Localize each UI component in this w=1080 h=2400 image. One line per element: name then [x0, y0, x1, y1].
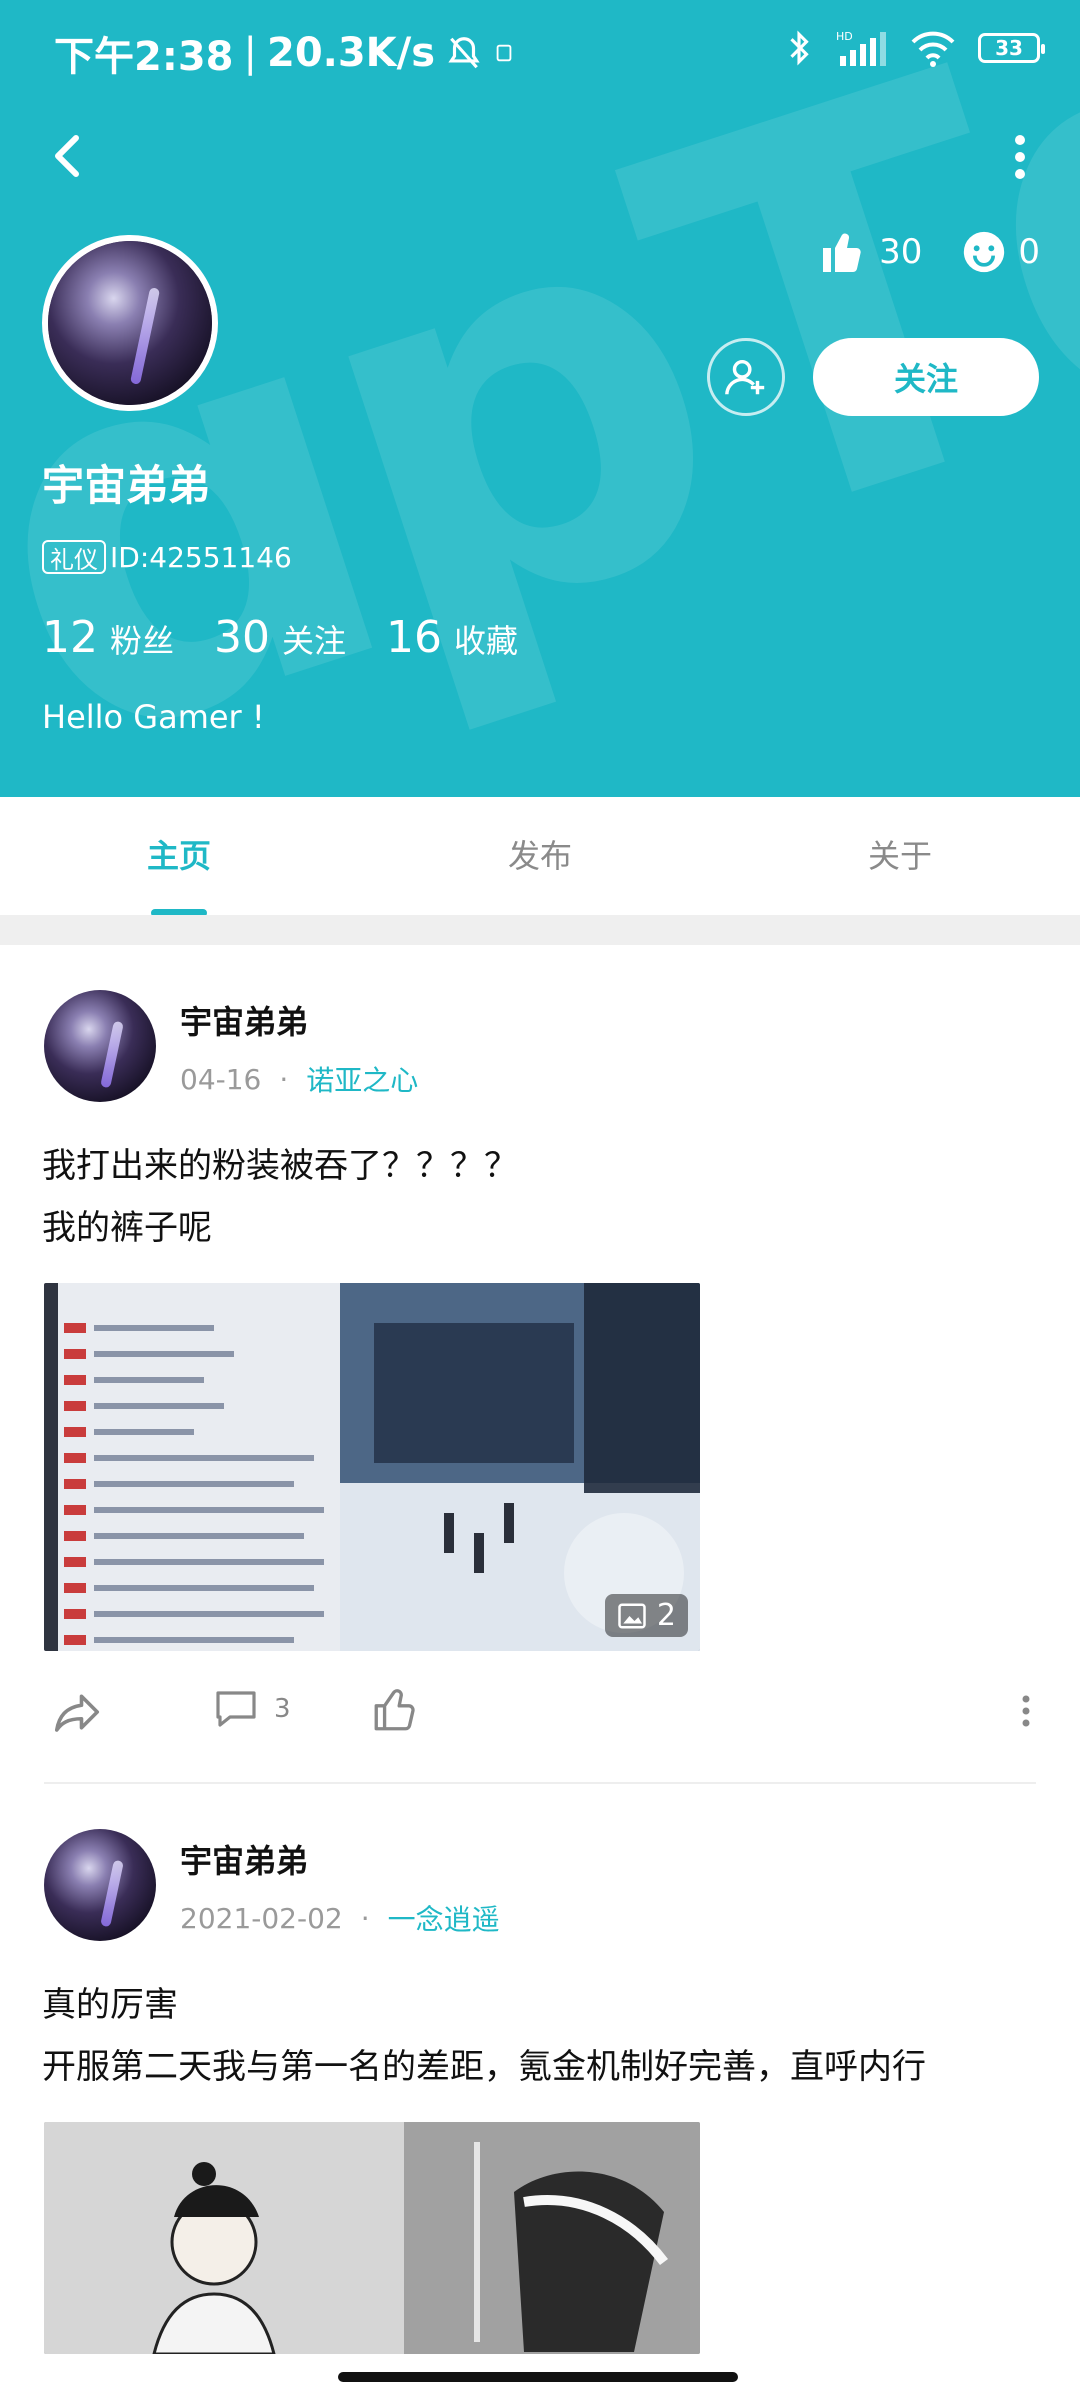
post-category[interactable]: 一念逍遥: [388, 1898, 500, 1938]
add-friend-button[interactable]: [707, 338, 785, 416]
avatar-image: [44, 990, 156, 1102]
following-number: 30: [214, 612, 271, 663]
comment-icon: [216, 1691, 256, 1727]
post-card[interactable]: 宇宙弟弟 2021-02-02 · 一念逍遥 真的厉害 开服第二天我与第一名的差…: [0, 1784, 1080, 2354]
more-options-button[interactable]: [1012, 132, 1028, 182]
meta-dot: ·: [279, 1062, 289, 1096]
fans-count[interactable]: 12 粉丝: [42, 612, 174, 663]
like-button[interactable]: [370, 1685, 420, 1735]
post-text-line: 开服第二天我与第一名的差距，氪金机制好完善，直呼内行: [42, 2047, 926, 2087]
post-author-name[interactable]: 宇宙弟弟: [180, 997, 308, 1043]
badge-row: 礼仪 ID:42551146: [42, 540, 292, 574]
tab-posts[interactable]: 发布: [440, 831, 640, 877]
post-card[interactable]: 宇宙弟弟 04-16 · 诺亚之心 我打出来的粉装被吞了？？？？ 我的裤子呢 2: [0, 945, 1080, 1785]
smiles-count: 0: [1018, 232, 1040, 272]
back-arrow-icon: [55, 135, 79, 177]
profile-avatar[interactable]: [42, 235, 218, 411]
wifi-icon: [911, 31, 955, 67]
battery-indicator: 33: [978, 33, 1045, 63]
share-icon: [54, 1694, 100, 1732]
profile-header: ɑpTɑ 下午2:38 | 20.3K/s HD 33 30 0 关注 宇宙弟弟…: [0, 0, 1080, 797]
like-icon: [374, 1689, 415, 1731]
post-date: 2021-02-02: [180, 1901, 343, 1935]
fans-label: 粉丝: [110, 622, 175, 660]
section-gap: [0, 915, 1080, 945]
post-image[interactable]: [44, 2122, 700, 2354]
post-meta: 04-16 · 诺亚之心: [180, 1059, 418, 1099]
post-category[interactable]: 诺亚之心: [306, 1059, 418, 1099]
status-time: 下午2:38: [54, 34, 234, 80]
post-author-name[interactable]: 宇宙弟弟: [180, 1836, 308, 1882]
bell-muted-icon: [448, 37, 480, 69]
post-text-line: 我的裤子呢: [42, 1208, 212, 1248]
comment-count: 3: [274, 1694, 291, 1724]
svg-text:HD: HD: [836, 30, 853, 43]
favorites-number: 16: [386, 612, 443, 663]
ink-art-graphic: [44, 2122, 700, 2354]
status-left: 下午2:38 | 20.3K/s: [54, 24, 515, 82]
status-speed: 20.3K/s: [266, 30, 436, 76]
post-author-avatar[interactable]: [44, 1829, 156, 1941]
add-friend-icon: [725, 359, 765, 395]
post-text-line: 我打出来的粉装被吞了？？？？: [42, 1146, 518, 1186]
signal-icon: HD: [836, 30, 886, 66]
reaction-stats: 30 0: [819, 228, 1040, 276]
user-id: ID:42551146: [110, 540, 292, 574]
smile-icon: [964, 231, 1005, 273]
post-meta: 2021-02-02 · 一念逍遥: [180, 1898, 500, 1938]
following-label: 关注: [282, 622, 347, 660]
profile-bio: Hello Gamer !: [42, 698, 265, 736]
game-screenshot-graphic: [44, 1283, 700, 1651]
image-icon: [618, 1603, 646, 1628]
post-author-avatar[interactable]: [44, 990, 156, 1102]
favorites-count[interactable]: 16 收藏: [386, 612, 518, 663]
more-vert-icon: [1015, 135, 1025, 179]
likes-stat[interactable]: 30: [819, 228, 922, 276]
tab-about[interactable]: 关于: [800, 831, 1000, 877]
post-actions: 3: [0, 1685, 1080, 1765]
more-vert-icon: [1022, 1695, 1030, 1727]
profile-tabs: 主页 发布 关于: [0, 797, 1080, 915]
profile-counts: 12 粉丝 30 关注 16 收藏: [42, 612, 518, 663]
meta-dot: ·: [360, 1901, 370, 1935]
status-bar: 下午2:38 | 20.3K/s HD 33: [0, 0, 1080, 100]
tab-home[interactable]: 主页: [79, 831, 279, 877]
back-button[interactable]: [40, 126, 100, 186]
sim-icon: [496, 44, 512, 62]
post-more-button[interactable]: [1018, 1691, 1034, 1731]
favorites-label: 收藏: [454, 622, 519, 660]
post-date: 04-16: [180, 1062, 262, 1096]
smiles-stat[interactable]: 0: [962, 230, 1040, 274]
post-image[interactable]: 2: [44, 1283, 700, 1651]
home-indicator[interactable]: [338, 2372, 738, 2382]
bluetooth-icon: [790, 30, 809, 66]
avatar-image: [44, 1829, 156, 1941]
fans-number: 12: [42, 612, 98, 663]
post-text[interactable]: 真的厉害 开服第二天我与第一名的差距，氪金机制好完善，直呼内行: [42, 1974, 1042, 2098]
likes-count: 30: [879, 232, 923, 272]
post-text[interactable]: 我打出来的粉装被吞了？？？？ 我的裤子呢: [42, 1135, 1042, 1259]
following-count[interactable]: 30 关注: [214, 612, 346, 663]
battery-level: 33: [995, 36, 1023, 60]
profile-name: 宇宙弟弟: [42, 461, 211, 510]
follow-button[interactable]: 关注: [813, 338, 1039, 416]
post-text-line: 真的厉害: [42, 1985, 178, 2025]
image-count-badge: 2: [604, 1594, 688, 1637]
image-count: 2: [656, 1598, 676, 1633]
status-right: HD 33: [784, 28, 1045, 68]
avatar-image: [48, 241, 212, 405]
comment-button[interactable]: 3: [212, 1685, 291, 1733]
share-button[interactable]: [50, 1685, 104, 1739]
status-separator: |: [243, 30, 257, 76]
etiquette-badge[interactable]: 礼仪: [42, 540, 106, 574]
thumbs-up-icon: [823, 233, 861, 273]
